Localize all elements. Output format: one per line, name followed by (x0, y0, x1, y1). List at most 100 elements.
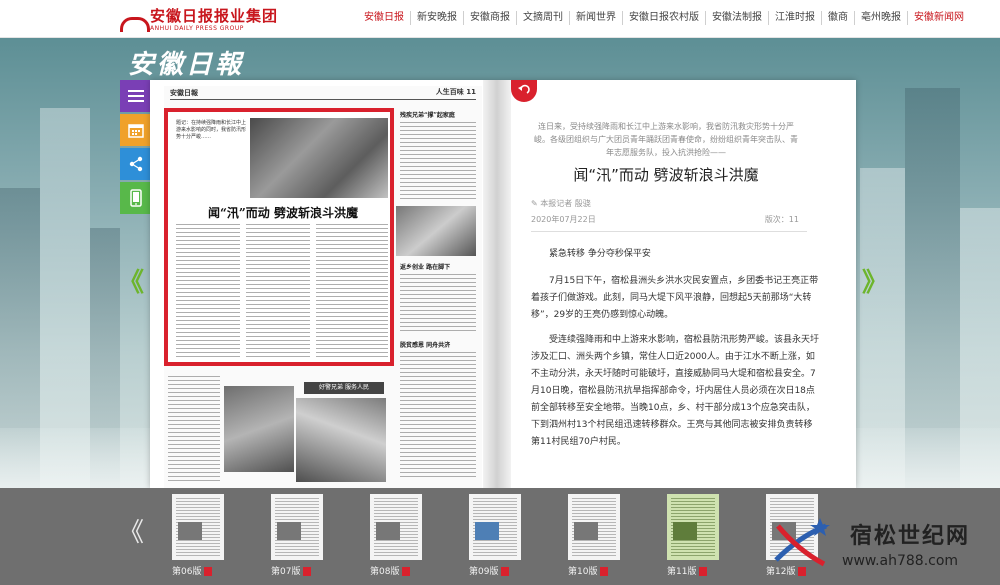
page-thumbnail[interactable]: 第11版 (667, 494, 719, 577)
article-paragraph: 受连续强降雨和中上游来水影响，宿松县防汛形势严峻。该县永天圩涉及汇口、洲头两个乡… (531, 335, 820, 447)
book-spine (483, 80, 511, 488)
watermark-logo-icon (774, 518, 830, 567)
newspaper-section: 人生百味 11 (435, 88, 476, 96)
lower-photo (296, 398, 386, 482)
article-intro-snippet: 题记：在持续强降雨和长江中上游来水影响的同时，我省防汛形势十分严峻…… (176, 120, 247, 140)
watermark-url: www.ah788.com (842, 553, 959, 569)
nav-link[interactable]: 新闻世界 (570, 11, 623, 25)
phone-icon (130, 189, 142, 207)
brand-emblem-icon (120, 11, 150, 32)
column-text (400, 274, 476, 334)
article-meta: 2020年07月22日 版次：11 (531, 214, 807, 232)
thumbnail-image (271, 494, 323, 560)
article-lead: 连日来，受持续强降雨和长江中上游来水影响，我省防汛救灾形势十分严峻。各级团组织与… (534, 122, 798, 157)
page-label: 第11版 (667, 567, 697, 577)
nav-link[interactable]: 安徽法制报 (706, 11, 769, 25)
column-text (246, 224, 310, 360)
top-header: 安徽日报报业集团 ANHUI DAILY PRESS GROUP 安徽日报 新安晚… (0, 0, 1000, 38)
newspaper-page[interactable]: 安徽日報 人生百味 11 题记：在持续强降雨和长江中上游来水影响的同时，我省防汛… (164, 86, 482, 488)
menu-icon (128, 90, 144, 102)
pdf-icon[interactable] (699, 567, 708, 576)
nav-link[interactable]: 安徽商报 (464, 11, 517, 25)
newspaper-headline: 闻“汛”而动 劈波斩浪斗洪魔 (208, 206, 358, 220)
article-body: 紧急转移 争分夺秒保平安 7月15日下午，宿松县洲头乡洪水灾民安置点，乡团委书记… (531, 246, 821, 459)
thumbnail-label: 第06版 (172, 564, 213, 577)
calendar-icon (128, 124, 144, 138)
newspaper-header: 安徽日報 人生百味 11 (170, 86, 476, 100)
page-thumbnail[interactable]: 第10版 (568, 494, 620, 577)
pdf-icon[interactable] (303, 567, 312, 576)
nav-link[interactable]: 安徽日报 (358, 11, 411, 25)
pdf-icon[interactable] (600, 567, 609, 576)
column-text (168, 376, 220, 482)
page-thumbnail[interactable]: 第06版 (172, 494, 224, 577)
thumbnail-image (172, 494, 224, 560)
page-label: 第08版 (370, 567, 400, 577)
watermark-site-name: 宿松世纪网 (850, 524, 971, 549)
page-thumbnail[interactable]: 第09版 (469, 494, 521, 577)
thumbnail-image (568, 494, 620, 560)
nav-link[interactable]: 亳州晚报 (855, 11, 908, 25)
side-article-title: 残疾兄弟“撑”起家庭 (400, 112, 455, 119)
side-article-title: 返乡创业 路在脚下 (400, 264, 451, 271)
brand-subtitle: ANHUI DAILY PRESS GROUP (150, 25, 244, 32)
reporter-name: 本报记者 殷骁 (540, 199, 591, 208)
column-text (400, 352, 476, 480)
page-thumbnail[interactable]: 第07版 (271, 494, 323, 577)
article-subhead: 紧急转移 争分夺秒保平安 (549, 249, 651, 259)
return-icon (518, 84, 530, 94)
nav-link[interactable]: 安徽新闻网 (908, 11, 970, 25)
thumbnail-label: 第11版 (667, 564, 708, 577)
publish-date: 2020年07月22日 (531, 215, 596, 224)
pdf-icon[interactable] (501, 567, 510, 576)
thumbnail-image (370, 494, 422, 560)
nav-link[interactable]: 徽商 (822, 11, 855, 25)
article-panel: 连日来，受持续强降雨和长江中上游来水影响，我省防汛救灾形势十分严峻。各级团组织与… (511, 80, 856, 488)
nav-link[interactable]: 新安晚报 (411, 11, 464, 25)
thumbnails-prev-arrow[interactable]: 《 (118, 512, 144, 549)
masthead-title: 安徽日報 (128, 50, 245, 80)
column-text (316, 224, 388, 360)
pdf-icon[interactable] (204, 567, 213, 576)
nav-link[interactable]: 文摘周刊 (517, 11, 570, 25)
menu-button[interactable] (120, 80, 152, 112)
nav-link[interactable]: 安徽日报农村版 (623, 11, 706, 25)
prev-page-arrow[interactable]: 《 (118, 268, 144, 298)
side-toolbar (120, 80, 152, 216)
column-text (400, 122, 476, 202)
thumbnail-label: 第07版 (271, 564, 312, 577)
brand-logo[interactable]: 安徽日报报业集团 ANHUI DAILY PRESS GROUP (120, 9, 278, 32)
boxed-section-title: 好警兄弟 服务人民 (304, 382, 384, 394)
page-label: 第07版 (271, 567, 301, 577)
thumbnail-label: 第09版 (469, 564, 510, 577)
lower-photo (224, 386, 294, 472)
calendar-button[interactable] (120, 114, 152, 146)
pencil-icon: ✎ (531, 199, 541, 208)
thumbnail-label: 第10版 (568, 564, 609, 577)
page-label: 第06版 (172, 567, 202, 577)
brand-name: 安徽日报报业集团 (150, 7, 279, 25)
publication-nav: 安徽日报 新安晚报 安徽商报 文摘周刊 新闻世界 安徽日报农村版 安徽法制报 江淮时报 徽商 亳州… (358, 11, 970, 25)
side-photo (396, 206, 476, 256)
page-label: 第09版 (469, 567, 499, 577)
thumbnail-list: 第06版 第07版 第08版 第09版 第10版 第11版 第12版 (172, 494, 818, 577)
return-button[interactable] (511, 80, 537, 102)
thumbnail-image (667, 494, 719, 560)
thumbnail-image (469, 494, 521, 560)
selected-article-highlight[interactable]: 题记：在持续强降雨和长江中上游来水影响的同时，我省防汛形势十分严峻…… 闻“汛”… (164, 108, 394, 366)
newspaper-reader: 安徽日報 人生百味 11 题记：在持续强降雨和长江中上游来水影响的同时，我省防汛… (150, 80, 856, 488)
page-number: 版次：11 (764, 215, 799, 224)
pdf-icon[interactable] (402, 567, 411, 576)
page-thumbnail[interactable]: 第08版 (370, 494, 422, 577)
nav-link[interactable]: 江淮时报 (769, 11, 822, 25)
flood-photo (250, 118, 388, 198)
newspaper-masthead: 安徽日報 (170, 88, 198, 97)
article-paragraph: 7月15日下午，宿松县洲头乡洪水灾民安置点，乡团委书记王亮正带着孩子们做游戏。此… (531, 276, 819, 320)
share-button[interactable] (120, 148, 152, 180)
article-title: 闻“汛”而动 劈波斩浪斗洪魔 (573, 166, 759, 184)
mobile-button[interactable] (120, 182, 152, 214)
side-article-title: 脱贫感恩 同舟共济 (400, 342, 451, 349)
next-page-arrow[interactable]: 》 (862, 268, 888, 298)
site-watermark: 宿松世纪网 www.ah788.com (770, 516, 1000, 582)
thumbnail-label: 第08版 (370, 564, 411, 577)
